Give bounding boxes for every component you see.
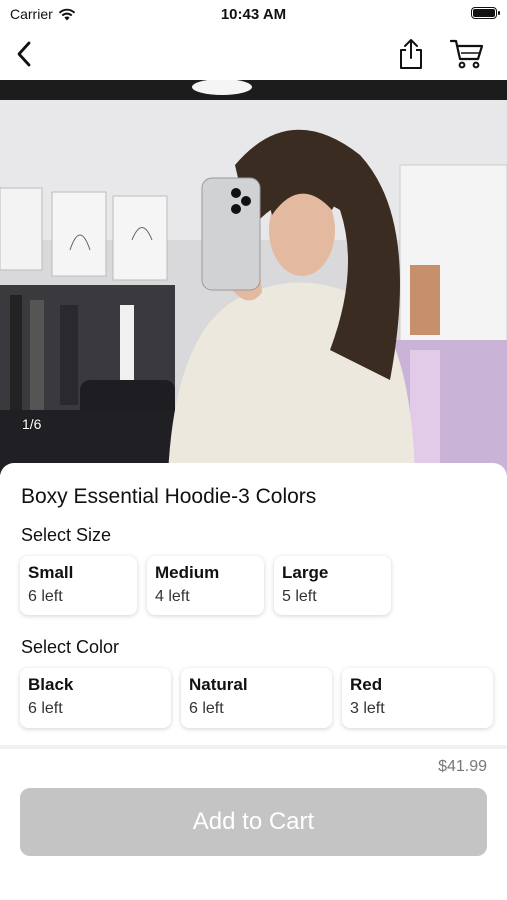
size-name: Medium [155,563,220,582]
size-stock: 6 left [28,588,63,605]
size-name: Small [28,563,74,582]
cart-icon [450,39,484,69]
share-button[interactable] [391,34,431,74]
color-name: Red [350,675,383,694]
size-stock: 5 left [282,588,317,605]
add-to-cart-button[interactable]: Add to Cart [20,788,487,856]
color-name: Black [28,675,74,694]
size-stock: 4 left [155,588,190,605]
product-details-sheet: Boxy Essential Hoodie-3 Colors Select Si… [0,463,507,749]
product-image-gallery[interactable]: 1/6 [0,80,507,475]
battery-icon [471,7,500,19]
size-option-small[interactable]: Small 6 left [20,556,137,615]
size-option-medium[interactable]: Medium 4 left [147,556,264,615]
nav-bar [0,30,507,78]
color-stock: 3 left [350,700,385,717]
back-button[interactable] [4,34,44,74]
size-name: Large [282,563,329,582]
image-page-indicator: 1/6 [22,416,42,432]
product-title: Boxy Essential Hoodie-3 Colors [21,485,317,508]
color-stock: 6 left [28,700,63,717]
cart-button[interactable] [447,34,487,74]
select-size-label: Select Size [21,525,112,545]
share-icon [400,39,422,69]
color-option-red[interactable]: Red 3 left [342,668,493,728]
product-price: $41.99 [438,758,487,775]
footer-divider [0,745,507,749]
product-photo [0,80,507,475]
chevron-left-icon [17,41,31,67]
select-color-label: Select Color [21,637,120,657]
clock: 10:43 AM [220,6,287,23]
size-option-large[interactable]: Large 5 left [274,556,391,615]
status-bar: Carrier 10:43 AM [0,0,507,30]
color-option-natural[interactable]: Natural 6 left [181,668,332,728]
color-option-black[interactable]: Black 6 left [20,668,171,728]
color-name: Natural [189,675,248,694]
color-stock: 6 left [189,700,224,717]
